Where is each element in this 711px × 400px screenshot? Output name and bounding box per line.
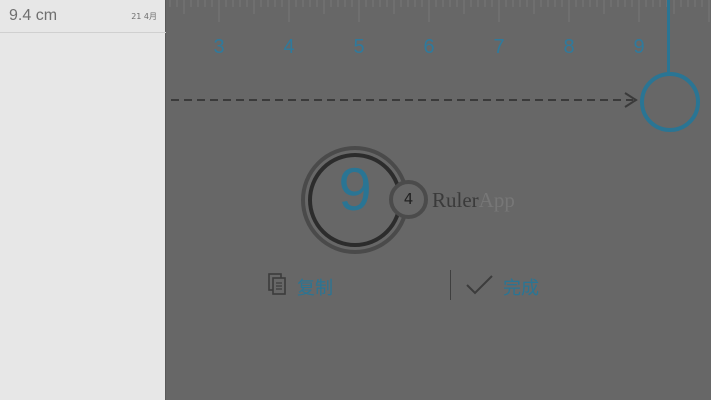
ruler-tick-label: 4 bbox=[283, 36, 295, 58]
ruler-tick-label: 7 bbox=[493, 36, 505, 58]
app-logo-part1: Ruler bbox=[432, 188, 479, 212]
saved-measurements-panel: 9.4 cm 21 4月 bbox=[0, 0, 166, 400]
saved-measurement-item[interactable]: 9.4 cm 21 4月 bbox=[0, 0, 166, 33]
ruler-tick-marks bbox=[169, 0, 710, 22]
ruler-tick-label: 8 bbox=[563, 36, 575, 58]
ruler-tick-label: 3 bbox=[213, 36, 225, 58]
copy-button[interactable]: 复制 bbox=[267, 270, 339, 300]
copy-icon bbox=[268, 273, 286, 295]
readout-fraction-badge: 4 bbox=[389, 180, 428, 219]
done-button-label: 完成 bbox=[503, 278, 539, 299]
readout-fraction-value: 4 bbox=[403, 190, 414, 208]
ruler-tick-label: 6 bbox=[423, 36, 435, 58]
copy-button-label: 复制 bbox=[297, 278, 333, 299]
ruler-tick-label: 9 bbox=[633, 36, 645, 58]
app-logo: RulerApp bbox=[432, 188, 515, 213]
ruler-canvas[interactable]: 3 4 5 6 7 8 9 9 4 RulerApp 复制 完成 bbox=[167, 0, 711, 400]
measure-handle-line[interactable] bbox=[667, 0, 670, 74]
saved-measurement-value: 9.4 cm bbox=[9, 7, 58, 24]
ruler-tick-label: 5 bbox=[353, 36, 365, 58]
action-divider bbox=[450, 270, 451, 300]
saved-measurement-date: 21 4月 bbox=[131, 12, 157, 21]
done-button[interactable]: 完成 bbox=[465, 270, 545, 300]
check-icon bbox=[466, 275, 493, 295]
app-logo-part2: App bbox=[478, 188, 515, 212]
measure-handle[interactable] bbox=[640, 72, 700, 132]
